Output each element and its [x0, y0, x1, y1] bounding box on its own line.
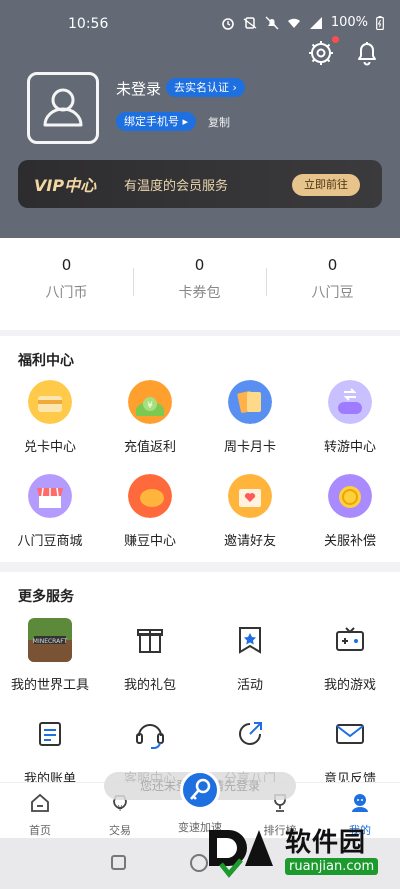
item-label: 转游中心 [323, 440, 376, 455]
settings-gear-icon[interactable] [306, 38, 336, 68]
item-label: 八门豆商城 [17, 534, 83, 549]
bind-phone-button[interactable]: 绑定手机号 ▸ [116, 112, 197, 131]
stat-beans[interactable]: 0 八门豆 [266, 256, 399, 302]
vip-go-button[interactable]: 立即前往 [292, 174, 360, 196]
service-item-my-bills[interactable]: 我的账单 [0, 712, 100, 787]
gift-icon [137, 629, 163, 653]
watermark-title: 软件园 [285, 828, 367, 858]
service-item-minecraft-tools[interactable]: MINECRAFT 我的世界工具 [0, 618, 100, 693]
stat-value: 0 [61, 256, 72, 274]
watermark-logo-icon [209, 830, 273, 878]
stat-value: 0 [194, 256, 205, 274]
tab-home[interactable]: 首页 [0, 791, 80, 838]
gamepad-transfer-icon [328, 380, 372, 424]
vip-banner[interactable]: VIP中心 有温度的会员服务 立即前往 [18, 160, 382, 208]
battery-icon [376, 15, 384, 30]
service-item-my-gifts[interactable]: 我的礼包 [100, 618, 200, 693]
profile-header: 10:56 100% 未登录 去实名认证 › 绑定手机号 ▸ 复制 VIP中心 … [0, 0, 400, 238]
stat-value: 0 [327, 256, 338, 274]
item-label: 周卡月卡 [223, 440, 276, 455]
bell-icon[interactable] [352, 38, 382, 68]
invite-envelope-icon [228, 474, 272, 518]
username[interactable]: 未登录 [116, 78, 161, 99]
welfare-item-earn-beans[interactable]: 赚豆中心 [100, 474, 200, 549]
battery-percent: 100% [330, 15, 368, 30]
notification-dot [332, 36, 339, 43]
minecraft-icon: MINECRAFT [28, 618, 72, 662]
welfare-item-shutdown-compensation[interactable]: 关服补偿 [300, 474, 400, 549]
money-bag-icon: ¥ [128, 380, 172, 424]
recent-apps-button[interactable] [111, 855, 126, 870]
service-item-feedback[interactable]: 意见反馈 [300, 712, 400, 787]
game-console-icon [336, 627, 364, 651]
tab-label: 交易 [109, 824, 131, 837]
welfare-item-bean-shop[interactable]: 八门豆商城 [0, 474, 100, 549]
service-item-my-games[interactable]: 我的游戏 [300, 618, 400, 693]
welfare-item-recharge-rebate[interactable]: ¥ 充值返利 [100, 380, 200, 455]
service-item-activities[interactable]: 活动 [200, 618, 300, 693]
svg-text:¥: ¥ [117, 804, 122, 813]
welfare-item-card-exchange[interactable]: 兑卡中心 [0, 380, 100, 455]
copy-button[interactable]: 复制 [208, 114, 230, 130]
vip-title: VIP中心 [34, 176, 97, 195]
star-flag-icon [239, 627, 261, 654]
bean-icon [128, 474, 172, 518]
verify-identity-button[interactable]: 去实名认证 › [166, 78, 245, 97]
item-label: 关服补偿 [323, 534, 376, 549]
welfare-section: 福利中心 兑卡中心 ¥ 充值返利 周卡月卡 转游中心 八门豆商城 赚豆中心 邀请… [0, 336, 400, 562]
item-label: 我的世界工具 [10, 678, 89, 693]
welfare-item-invite-friends[interactable]: 邀请好友 [200, 474, 300, 549]
card-stack-icon [28, 380, 72, 424]
speed-fab-button[interactable] [180, 770, 220, 810]
site-watermark: 软件园 ruanjian.com [205, 820, 395, 886]
item-label: 兑卡中心 [23, 440, 76, 455]
watermark-domain: ruanjian.com [285, 858, 379, 875]
item-label: 我的游戏 [323, 678, 376, 693]
stat-label: 八门豆 [311, 285, 354, 301]
welfare-item-weekly-monthly[interactable]: 周卡月卡 [200, 380, 300, 455]
section-title: 更多服务 [18, 589, 74, 605]
vibrate-icon [243, 16, 257, 29]
shop-icon [28, 474, 72, 518]
item-label: 充值返利 [123, 440, 176, 455]
mail-icon [336, 724, 364, 744]
bind-phone-label: 绑定手机号 [124, 115, 179, 128]
alarm-icon [222, 17, 234, 30]
headset-icon [136, 724, 164, 750]
services-section: 更多服务 MINECRAFT 我的世界工具 我的礼包 活动 我的游戏 我的账单 … [0, 572, 400, 787]
svg-text:¥: ¥ [147, 401, 153, 411]
wifi-icon [287, 18, 300, 28]
wallet-stats: 0 八门币 0 卡券包 0 八门豆 [0, 238, 400, 330]
stat-coins[interactable]: 0 八门币 [0, 256, 133, 302]
svg-text:MINECRAFT: MINECRAFT [33, 638, 68, 645]
key-icon [190, 778, 211, 800]
welfare-item-transfer-game[interactable]: 转游中心 [300, 380, 400, 455]
mute-icon [265, 16, 279, 29]
stat-coupons[interactable]: 0 卡券包 [133, 256, 266, 302]
avatar[interactable] [27, 72, 99, 144]
vip-subtitle: 有温度的会员服务 [124, 179, 229, 194]
stat-label: 八门币 [45, 285, 88, 301]
item-label: 邀请好友 [223, 534, 276, 549]
tab-label: 首页 [29, 824, 51, 837]
user-icon [352, 794, 368, 812]
default-avatar-icon [43, 88, 83, 127]
bill-icon [39, 722, 61, 746]
item-label: 赚豆中心 [123, 534, 176, 549]
item-label: 我的礼包 [123, 678, 176, 693]
coin-icon [328, 474, 372, 518]
status-icons: 100% [221, 15, 384, 30]
stat-label: 卡券包 [178, 285, 221, 301]
home-icon [31, 793, 49, 812]
section-title: 福利中心 [18, 353, 74, 369]
verify-label: 去实名认证 [174, 81, 229, 94]
cards-icon [228, 380, 272, 424]
signal-icon [309, 16, 322, 29]
item-label: 活动 [236, 678, 263, 693]
status-bar: 10:56 100% [0, 0, 400, 48]
status-time: 10:56 [68, 16, 109, 32]
share-icon [239, 722, 262, 745]
